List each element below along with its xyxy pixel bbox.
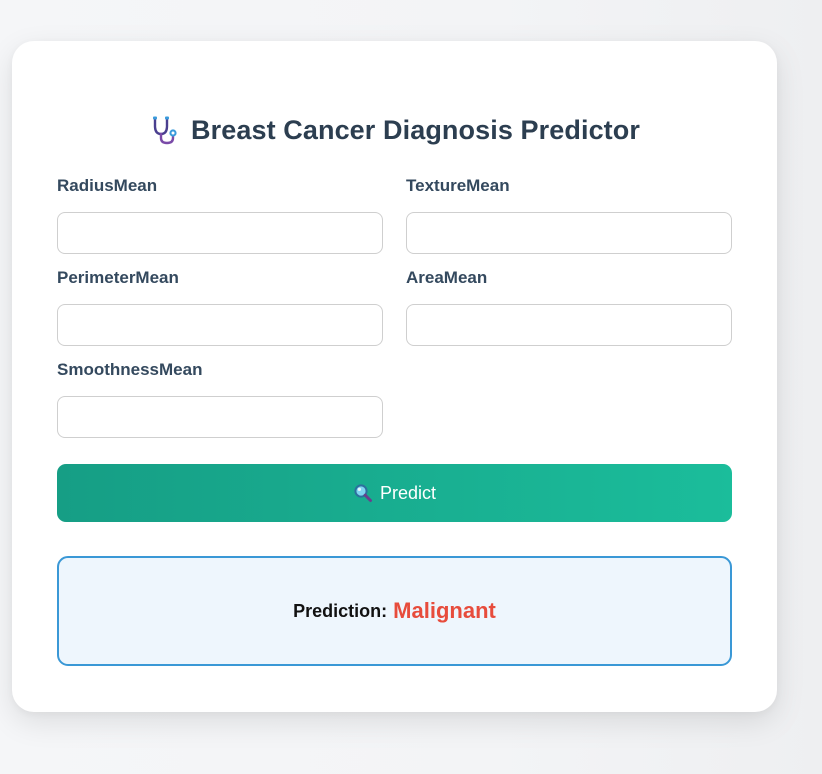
area-mean-label: AreaMean [406, 268, 488, 287]
smoothness-mean-field: SmoothnessMean [57, 360, 383, 438]
texture-mean-input[interactable] [406, 212, 732, 254]
predict-button[interactable]: Predict [57, 464, 732, 522]
radius-mean-input[interactable] [57, 212, 383, 254]
search-icon [353, 483, 373, 503]
predict-button-label: Predict [379, 482, 437, 503]
page-header: Breast Cancer Diagnosis Predictor [12, 112, 777, 148]
prediction-result: Prediction: Malignant [57, 556, 732, 666]
page-title: Breast Cancer Diagnosis Predictor [191, 114, 640, 145]
area-mean-field: AreaMean [406, 268, 732, 346]
perimeter-mean-input[interactable] [57, 304, 383, 346]
smoothness-mean-label: SmoothnessMean [57, 360, 203, 379]
area-mean-input[interactable] [406, 304, 732, 346]
perimeter-mean-field: PerimeterMean [57, 268, 383, 346]
texture-mean-label: TextureMean [406, 176, 510, 195]
prediction-label: Prediction: [293, 600, 388, 621]
texture-mean-field: TextureMean [406, 176, 732, 254]
prediction-value: Malignant [393, 598, 496, 623]
predictor-card: Breast Cancer Diagnosis Predictor Radius… [12, 41, 777, 712]
radius-mean-label: RadiusMean [57, 176, 158, 195]
smoothness-mean-input[interactable] [57, 396, 383, 438]
radius-mean-field: RadiusMean [57, 176, 383, 254]
stethoscope-icon [149, 114, 181, 146]
perimeter-mean-label: PerimeterMean [57, 268, 179, 287]
